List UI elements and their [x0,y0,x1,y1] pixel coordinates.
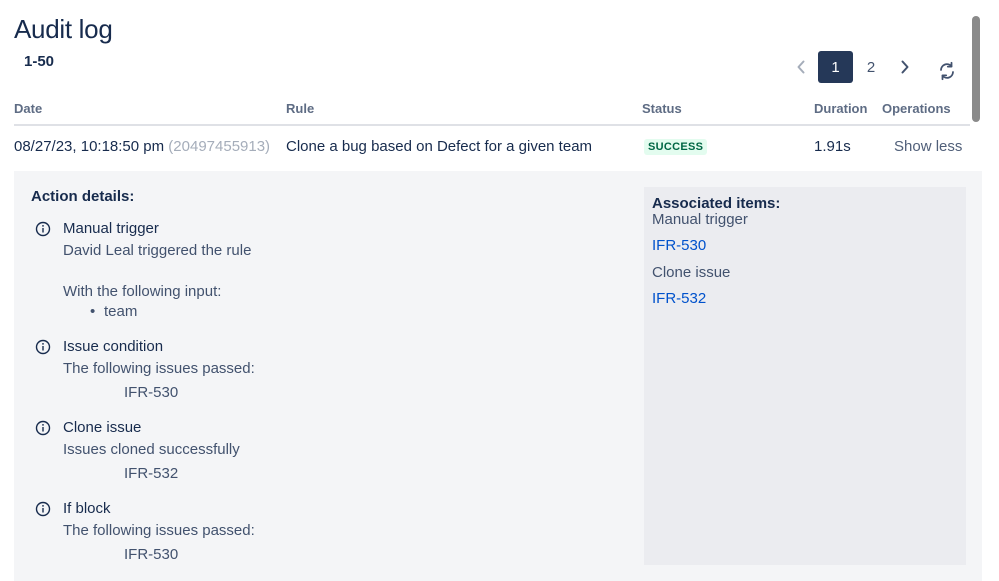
info-icon [35,501,51,517]
chevron-left-icon [797,60,805,74]
table-row: 08/27/23, 10:18:50 pm (20497455913) Clon… [14,128,970,170]
action-input-label: With the following input: [63,283,222,300]
row-duration: 1.91s [814,138,851,155]
show-less-button[interactable]: Show less [894,138,962,155]
column-header-duration[interactable]: Duration [814,101,867,116]
table-header: Date Rule Status Duration Operations [14,100,970,126]
info-icon [35,221,51,237]
page-title: Audit log [14,14,113,44]
page-2-button[interactable]: 2 [855,51,887,83]
action-details-title: Action details: [31,188,135,205]
column-header-rule[interactable]: Rule [286,101,314,116]
action-name: If block [63,500,111,517]
action-name: Manual trigger [63,220,159,237]
info-icon [35,420,51,436]
row-rule: Clone a bug based on Defect for a given … [286,138,593,155]
action-name: Issue condition [63,338,164,355]
input-item: team [104,303,138,320]
action-description: Issues cloned successfully [63,441,240,458]
result-range: 1-50 [24,53,55,70]
page-1-button[interactable]: 1 [818,51,853,83]
action-details-panel: Action details: Manual trigger David Lea… [14,171,982,581]
issue-link[interactable]: IFR-532 [652,290,706,307]
associated-group-label: Manual trigger [652,211,748,228]
action-name: Clone issue [63,419,142,436]
chevron-right-icon [901,60,909,74]
issue-key: IFR-530 [124,546,179,563]
status-badge: SUCCESS [644,139,708,155]
row-date-value: 08/27/23, 10:18:50 pm [14,138,165,155]
action-description: The following issues passed: [63,360,255,377]
column-header-operations: Operations [882,101,951,116]
associated-items-panel: Associated items: Manual trigger IFR-530… [644,187,966,565]
next-page-button[interactable] [889,51,921,83]
associated-items-title: Associated items: [652,195,781,212]
column-header-status[interactable]: Status [642,101,682,116]
row-date: 08/27/23, 10:18:50 pm (20497455913) [14,138,270,155]
scrollbar-thumb[interactable] [972,16,980,122]
action-description: The following issues passed: [63,522,255,539]
refresh-button[interactable] [934,58,960,84]
column-header-date[interactable]: Date [14,101,42,116]
issue-link[interactable]: IFR-530 [652,237,706,254]
input-bullet: • [90,303,96,320]
issue-key: IFR-530 [124,384,179,401]
info-icon [35,339,51,355]
action-description: David Leal triggered the rule [63,242,252,259]
refresh-icon [940,61,954,81]
status-cell: SUCCESS [644,138,708,156]
execution-id: (20497455913) [168,138,271,155]
pagination: 1 2 [786,51,921,83]
previous-page-button[interactable] [786,51,816,83]
issue-key: IFR-532 [124,465,179,482]
associated-group-label: Clone issue [652,264,731,281]
